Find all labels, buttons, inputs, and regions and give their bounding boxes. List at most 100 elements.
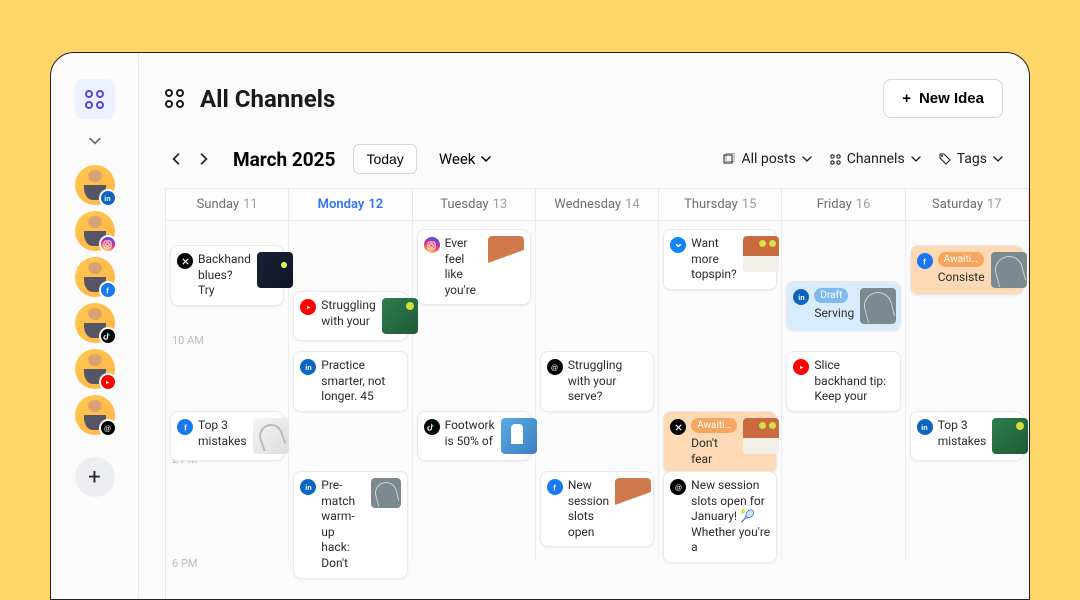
today-button[interactable]: Today — [353, 144, 416, 174]
filter-channels[interactable]: Channels — [830, 151, 921, 167]
svg-text:in: in — [922, 423, 928, 432]
calendar: Sunday11Monday12Tuesday13Wednesday14Thur… — [165, 188, 1029, 599]
svg-text:f: f — [106, 286, 109, 294]
chevron-down-icon — [802, 154, 812, 164]
post-card[interactable]: Backhand blues? Try — [170, 245, 284, 306]
post-text: Struggling with your serve? — [568, 358, 647, 405]
day-column[interactable]: Want more topspin? Awaiti…Don't fear@New … — [659, 221, 782, 561]
sidebar-channel-tiktok[interactable] — [75, 303, 115, 343]
plus-icon: + — [88, 465, 100, 490]
day-column[interactable]: @ Struggling with your serve? fNew session… — [536, 221, 659, 561]
post-card[interactable]: @ Struggling with your serve? — [540, 351, 654, 412]
post-text: Don't fear — [691, 436, 737, 467]
post-card[interactable]: Awaiti…Don't fear — [663, 411, 777, 474]
post-text: Top 3 mistakes — [938, 418, 987, 449]
chevron-down-icon — [993, 154, 1003, 164]
instagram-icon — [424, 237, 440, 253]
post-thumbnail — [253, 418, 289, 454]
facebook-icon: f — [99, 281, 117, 299]
chevron-down-icon — [89, 135, 101, 147]
facebook-icon: f — [547, 479, 563, 495]
chevron-down-icon — [911, 154, 921, 164]
chevron-left-icon — [170, 153, 182, 165]
header: All Channels + New Idea — [165, 79, 1029, 118]
post-card[interactable]: fAwaiti…Consiste — [910, 245, 1024, 295]
tiktok-icon — [424, 419, 440, 435]
channels-icon — [830, 154, 840, 164]
x-icon — [177, 253, 193, 269]
logo-icon — [85, 90, 104, 109]
svg-text:@: @ — [104, 424, 111, 433]
day-column[interactable]: 10 AM2 PM6 PMBackhand blues? TryfTop 3 m… — [166, 221, 289, 561]
post-card[interactable]: fTop 3 mistakes — [170, 411, 284, 461]
post-thumbnail — [743, 236, 779, 272]
day-column[interactable]: fAwaiti…Consiste in Top 3 mistakes — [906, 221, 1029, 561]
post-text: Practice smarter, not longer. 45 — [321, 358, 400, 405]
post-text: Slice backhand tip: Keep your — [814, 358, 893, 405]
linkedin-icon: in — [300, 359, 316, 375]
sidebar-channel-facebook[interactable]: f — [75, 257, 115, 297]
post-card[interactable]: @New session slots open for January! 🎾 W… — [663, 471, 777, 563]
sidebar-collapse-toggle[interactable] — [85, 131, 105, 151]
day-column[interactable]: Struggling with your in Practice smarter, … — [289, 221, 412, 561]
post-thumbnail — [992, 418, 1028, 454]
day-header: Sunday11 — [166, 189, 289, 221]
linkedin-icon: in — [99, 189, 117, 207]
sidebar-channel-instagram[interactable] — [75, 211, 115, 251]
post-thumbnail — [257, 252, 293, 288]
view-select[interactable]: Week — [429, 144, 502, 174]
main: All Channels + New Idea March 2025 Today — [139, 53, 1029, 599]
day-header: Monday12 — [289, 189, 412, 221]
post-card[interactable]: in Top 3 mistakes — [910, 411, 1024, 461]
post-thumbnail — [615, 478, 651, 514]
post-card[interactable]: inDraftServing — [786, 281, 900, 331]
youtube-icon — [793, 359, 809, 375]
post-card[interactable]: Slice backhand tip: Keep your — [786, 351, 900, 412]
post-text: Ever feel like you're — [445, 236, 482, 298]
time-label: 10 AM — [172, 334, 204, 347]
calendar-body: 10 AM2 PM6 PMBackhand blues? TryfTop 3 m… — [166, 221, 1029, 561]
add-channel-button[interactable]: + — [75, 457, 115, 497]
chevron-down-icon — [481, 154, 491, 164]
post-card[interactable]: in Pre-match warm-up hack: Don't — [293, 471, 407, 579]
new-idea-button[interactable]: + New Idea — [883, 79, 1003, 118]
post-card[interactable]: in Practice smarter, not longer. 45 — [293, 351, 407, 412]
day-column[interactable]: Ever feel like you're Footwork is 50% of — [413, 221, 536, 561]
toolbar: March 2025 Today Week All posts Channels — [165, 144, 1029, 174]
post-text: Pre-match warm-up hack: Don't — [321, 478, 364, 572]
next-period-button[interactable] — [193, 148, 215, 170]
post-thumbnail — [488, 236, 524, 272]
sidebar-channel-youtube[interactable] — [75, 349, 115, 389]
svg-text:in: in — [798, 293, 804, 302]
chevron-right-icon — [198, 153, 210, 165]
post-text: Top 3 mistakes — [198, 418, 247, 449]
svg-text:in: in — [305, 363, 311, 372]
post-card[interactable]: Struggling with your — [293, 291, 407, 341]
svg-text:in: in — [305, 483, 311, 492]
post-text: Backhand blues? Try — [198, 252, 251, 299]
sidebar: in f @ + — [51, 53, 139, 599]
filter-posts[interactable]: All posts — [723, 151, 811, 167]
day-column[interactable]: inDraftServing Slice backhand tip: Keep y… — [782, 221, 905, 561]
post-card[interactable]: Ever feel like you're — [417, 229, 531, 305]
sidebar-channel-threads[interactable]: @ — [75, 395, 115, 435]
post-text: Serving — [814, 306, 854, 322]
post-card[interactable]: Want more topspin? — [663, 229, 777, 290]
tag-icon — [939, 153, 951, 165]
threads-icon: @ — [670, 479, 686, 495]
page-title: All Channels — [200, 85, 335, 113]
logo[interactable] — [75, 79, 115, 119]
post-card[interactable]: Footwork is 50% of — [417, 411, 531, 461]
day-header: Wednesday14 — [536, 189, 659, 221]
threads-icon: @ — [547, 359, 563, 375]
post-thumbnail — [501, 418, 537, 454]
post-text: Struggling with your — [321, 298, 375, 329]
prev-period-button[interactable] — [165, 148, 187, 170]
svg-text:@: @ — [551, 363, 558, 372]
calendar-header: Sunday11Monday12Tuesday13Wednesday14Thur… — [166, 189, 1029, 221]
post-card[interactable]: fNew session slots open — [540, 471, 654, 547]
youtube-icon — [300, 299, 316, 315]
filter-tags[interactable]: Tags — [939, 151, 1003, 167]
sidebar-channel-linkedin[interactable]: in — [75, 165, 115, 205]
post-thumbnail — [371, 478, 401, 508]
